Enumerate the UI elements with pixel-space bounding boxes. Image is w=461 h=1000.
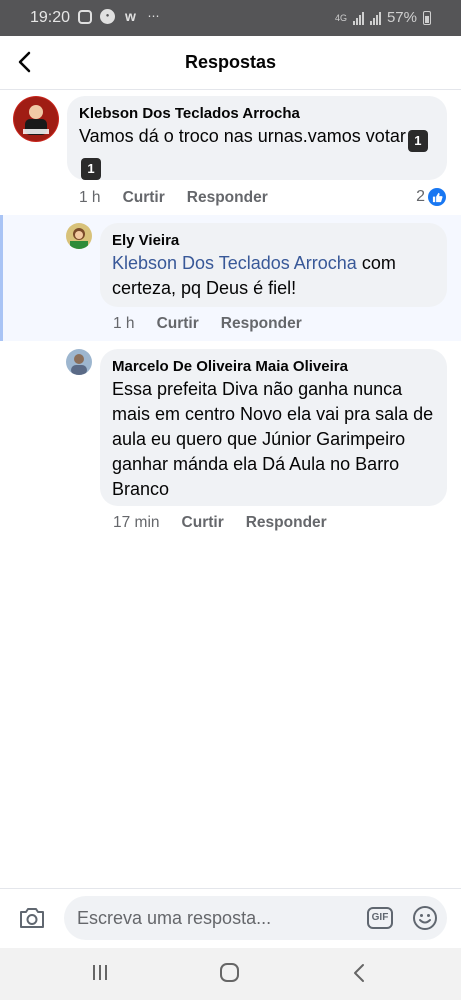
- status-bar: 19:20 ● w ⋯ 4G 57%: [0, 0, 461, 36]
- network-type: 4G: [334, 12, 347, 23]
- comment-time: 1 h: [79, 189, 101, 206]
- reply-composer: Escreva uma resposta... GIF: [0, 888, 461, 948]
- comment-text-body: Vamos dá o troco nas urnas.vamos votar: [79, 126, 406, 146]
- comment-text: Vamos dá o troco nas urnas.vamos votar 11: [79, 124, 435, 180]
- comment-actions: 1 h Curtir Responder: [79, 189, 268, 207]
- comment-author[interactable]: Ely Vieira: [112, 231, 435, 251]
- notification-icons: ● w ⋯: [78, 9, 161, 24]
- w-app-icon: w: [125, 8, 136, 24]
- recent-apps-icon[interactable]: [90, 962, 110, 987]
- comment-text: Klebson Dos Teclados Arrocha com certeza…: [112, 251, 435, 301]
- nav-back-icon[interactable]: [350, 962, 370, 989]
- app-notification-icon: ●: [100, 9, 115, 24]
- like-button[interactable]: Curtir: [182, 514, 224, 532]
- keycap-emoji: 1: [407, 130, 428, 152]
- comment-text: Essa prefeita Diva não ganha nunca mais …: [112, 379, 434, 499]
- avatar-marcelo[interactable]: [66, 349, 92, 375]
- camera-icon[interactable]: [18, 906, 46, 935]
- like-button[interactable]: Curtir: [123, 189, 165, 207]
- smiley-icon[interactable]: [412, 905, 438, 936]
- comment-time: 17 min: [113, 514, 160, 531]
- comment-time: 1 h: [113, 315, 135, 332]
- like-icon: [428, 188, 446, 206]
- page-title: Respostas: [184, 52, 277, 72]
- reply-input[interactable]: Escreva uma resposta... GIF: [64, 896, 447, 940]
- reply-button[interactable]: Responder: [246, 514, 327, 532]
- signal-icon-2: [369, 11, 381, 25]
- system-nav-bar: [0, 948, 461, 1000]
- instagram-icon: [78, 9, 92, 24]
- comment-author[interactable]: Klebson Dos Teclados Arrocha: [79, 104, 435, 124]
- reply-input-placeholder: Escreva uma resposta...: [77, 908, 272, 928]
- avatar-ely[interactable]: [66, 223, 92, 249]
- replies-sheet: Respostas Klebson Dos Teclados Arrocha V…: [0, 36, 461, 948]
- comment-bubble[interactable]: Klebson Dos Teclados Arrocha Vamos dá o …: [67, 96, 447, 180]
- reaction-count: 2: [416, 188, 425, 205]
- header: Respostas: [0, 36, 461, 90]
- comment-bubble[interactable]: Ely Vieira Klebson Dos Teclados Arrocha …: [100, 223, 447, 307]
- home-icon[interactable]: [219, 962, 241, 989]
- comment-author[interactable]: Marcelo De Oliveira Maia Oliveira: [112, 357, 435, 377]
- battery-icon: [423, 10, 431, 25]
- like-button[interactable]: Curtir: [157, 315, 199, 333]
- keycap-emoji: 1: [81, 158, 101, 180]
- avatar-klebson[interactable]: [13, 96, 59, 142]
- more-notifications-icon: ⋯: [147, 9, 160, 23]
- status-time: 19:20: [30, 9, 71, 26]
- reply-button[interactable]: Responder: [221, 315, 302, 333]
- comment-bubble[interactable]: Marcelo De Oliveira Maia Oliveira Essa p…: [100, 349, 447, 506]
- mention-link[interactable]: Klebson Dos Teclados Arrocha: [112, 253, 357, 273]
- status-right: 4G 57%: [335, 9, 431, 26]
- reaction-summary[interactable]: 2: [416, 188, 446, 206]
- reply-button[interactable]: Responder: [187, 189, 268, 207]
- comment-actions: 1 h Curtir Responder: [113, 315, 302, 333]
- gif-icon[interactable]: GIF: [367, 907, 393, 929]
- comment-actions: 17 min Curtir Responder: [113, 514, 327, 532]
- battery-percent: 57%: [386, 9, 417, 26]
- signal-icon: [352, 11, 364, 25]
